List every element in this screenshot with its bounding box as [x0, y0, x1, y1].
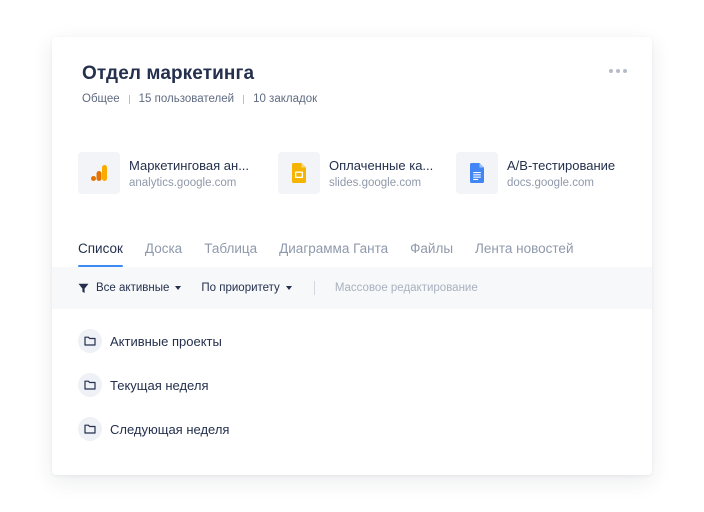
tab-news-feed[interactable]: Лента новостей — [475, 237, 573, 267]
folder-icon — [78, 417, 102, 441]
bookmark-url: docs.google.com — [507, 176, 594, 189]
filter-dropdown[interactable]: Все активные — [78, 282, 182, 294]
bookmark-slides[interactable]: Оплаченные ка... slides.google.com — [278, 151, 448, 195]
folder-label: Текущая неделя — [110, 377, 209, 393]
meta-divider — [243, 94, 245, 104]
space-type: Общее — [82, 93, 120, 105]
filter-label: Все активные — [96, 282, 170, 294]
bookmarks-count[interactable]: 10 закладок — [253, 93, 317, 105]
space-meta: Общее 15 пользователей 10 закладок — [82, 93, 317, 105]
folder-icon — [78, 329, 102, 353]
list-item[interactable]: Активные проекты — [78, 329, 229, 353]
view-tabs: Список Доска Таблица Диаграмма Ганта Фай… — [78, 237, 595, 267]
google-analytics-icon — [78, 152, 120, 194]
chevron-down-icon — [175, 286, 182, 290]
bookmark-name: Оплаченные ка... — [329, 157, 434, 173]
tab-table[interactable]: Таблица — [204, 237, 257, 267]
more-options-icon[interactable] — [609, 67, 629, 75]
chevron-down-icon — [285, 286, 292, 290]
page-title: Отдел маркетинга — [82, 63, 255, 84]
toolbar-divider — [313, 281, 315, 295]
bookmark-analytics[interactable]: Маркетинговая ан... analytics.google.com — [78, 151, 263, 195]
tab-board[interactable]: Доска — [145, 237, 182, 267]
folder-icon — [78, 373, 102, 397]
list-item[interactable]: Текущая неделя — [78, 373, 229, 397]
tab-files[interactable]: Файлы — [410, 237, 453, 267]
bookmark-url: analytics.google.com — [129, 176, 237, 189]
google-docs-icon — [456, 152, 498, 194]
bookmark-url: slides.google.com — [329, 176, 422, 189]
bookmarks-row: Маркетинговая ан... analytics.google.com… — [78, 151, 648, 195]
google-slides-icon — [278, 152, 320, 194]
filter-icon — [78, 283, 89, 293]
list-toolbar: Все активные По приоритету Массовое реда… — [52, 267, 652, 309]
meta-divider — [128, 94, 130, 104]
sort-label: По приоритету — [201, 282, 280, 294]
bookmark-name: A/B-тестирование — [507, 157, 616, 173]
bulk-edit-button[interactable]: Массовое редактирование — [335, 282, 478, 294]
sort-dropdown[interactable]: По приоритету — [201, 282, 292, 294]
folder-label: Активные проекты — [110, 333, 222, 349]
bookmark-docs[interactable]: A/B-тестирование docs.google.com — [456, 151, 636, 195]
users-count[interactable]: 15 пользователей — [139, 93, 234, 105]
tab-list[interactable]: Список — [78, 237, 123, 267]
list-item[interactable]: Следующая неделя — [78, 417, 229, 441]
folder-list: Активные проекты Текущая неделя Следующа… — [78, 329, 229, 461]
space-card: Отдел маркетинга Общее 15 пользователей … — [52, 37, 652, 475]
tab-gantt[interactable]: Диаграмма Ганта — [279, 237, 388, 267]
bookmark-name: Маркетинговая ан... — [129, 157, 250, 173]
folder-label: Следующая неделя — [110, 421, 230, 437]
